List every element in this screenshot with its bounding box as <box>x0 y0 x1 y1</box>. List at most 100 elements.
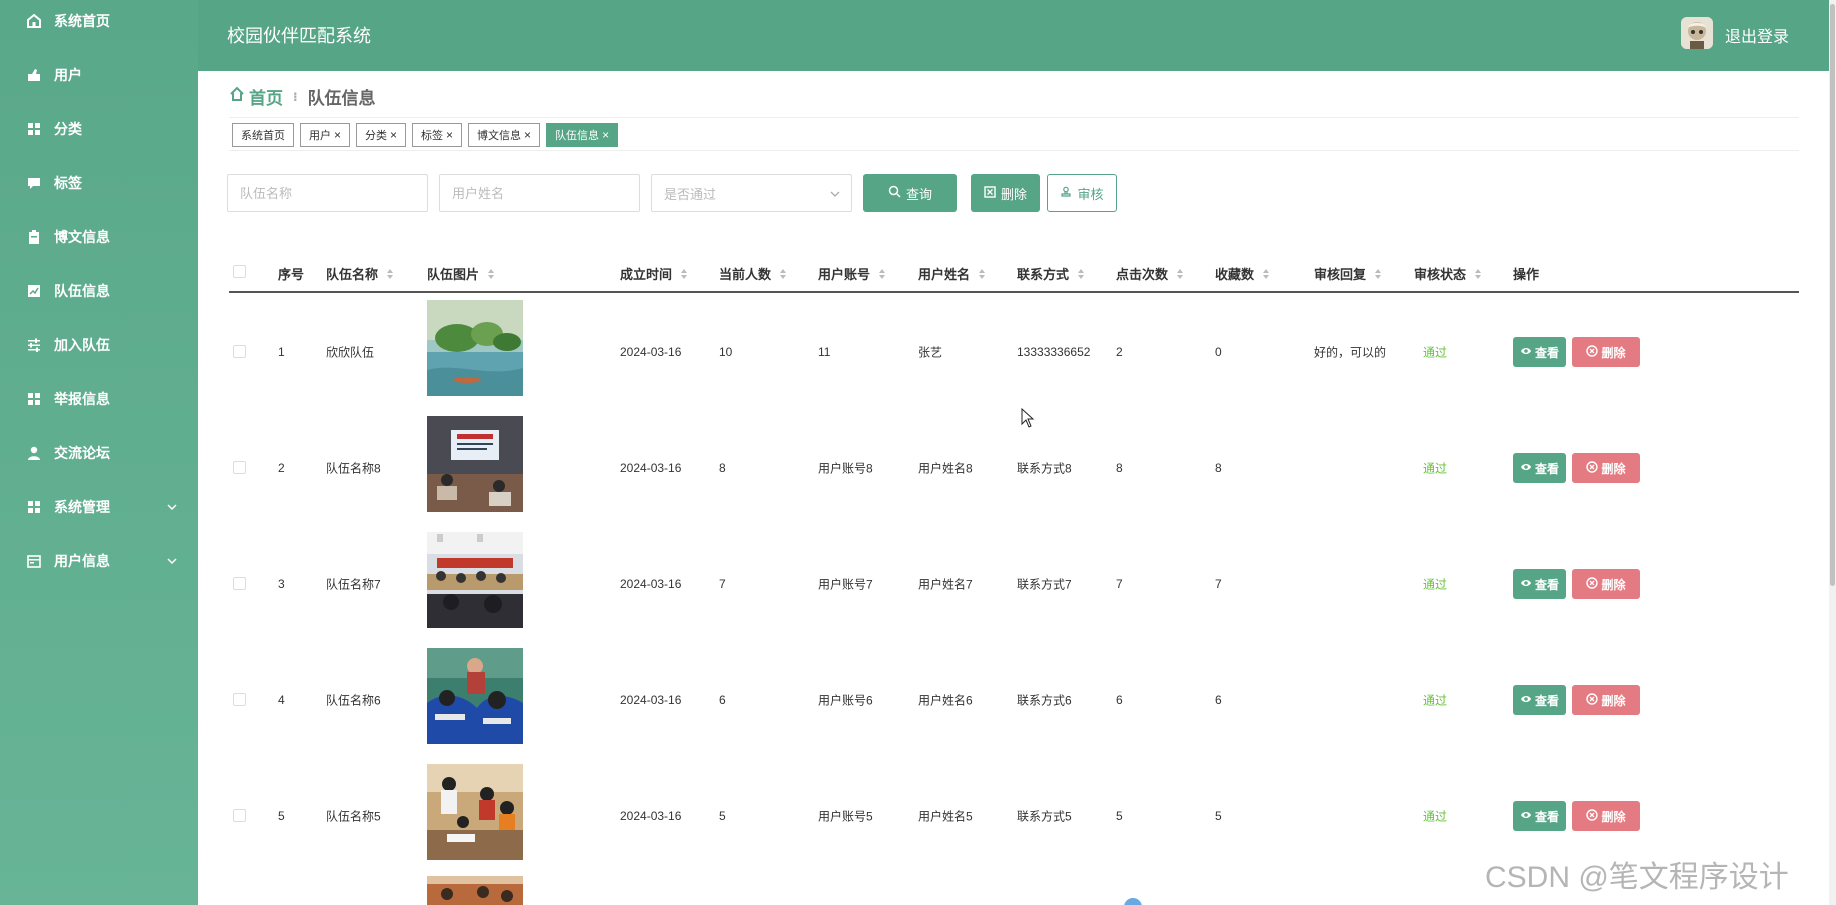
view-button[interactable]: 查看 <box>1513 569 1566 599</box>
column-header[interactable]: 审核状态 <box>1414 264 1482 283</box>
sidebar-item-forum[interactable]: 交流论坛 <box>0 433 198 473</box>
top-header: 校园伙伴匹配系统 退出登录 <box>198 0 1836 71</box>
delete-button[interactable]: 删除 <box>1572 337 1640 367</box>
card-icon <box>26 553 42 569</box>
sort-icon[interactable] <box>1474 268 1482 280</box>
cell-team-name: 队伍名称8 <box>326 461 381 476</box>
sidebar-item-user-info[interactable]: 用户信息 <box>0 541 198 581</box>
cell-user-name: 用户姓名7 <box>918 577 973 592</box>
column-header[interactable]: 点击次数 <box>1116 264 1184 283</box>
cell-favorites: 0 <box>1215 345 1222 359</box>
eye-icon <box>1520 693 1532 707</box>
team-image <box>427 532 523 628</box>
column-label: 联系方式 <box>1017 267 1070 282</box>
breadcrumb-home[interactable]: 首页 <box>229 84 283 109</box>
avatar[interactable] <box>1681 17 1713 49</box>
sidebar-item-label: 分类 <box>54 121 82 137</box>
view-button[interactable]: 查看 <box>1513 453 1566 483</box>
cell-team-name: 队伍名称5 <box>326 809 381 824</box>
sidebar-item-label: 用户 <box>54 67 82 83</box>
row-checkbox[interactable] <box>233 693 246 706</box>
cell-clicks: 6 <box>1116 693 1123 707</box>
cell-members: 7 <box>719 577 726 591</box>
user-name-input[interactable] <box>439 174 640 212</box>
delete-button[interactable]: 删除 <box>1572 685 1640 715</box>
column-label: 用户账号 <box>818 267 871 282</box>
sidebar-item-label: 系统管理 <box>54 499 110 515</box>
cell-members: 8 <box>719 461 726 475</box>
sidebar-item-join-team[interactable]: 加入队伍 <box>0 325 198 365</box>
close-icon[interactable]: × <box>446 128 453 142</box>
sort-icon[interactable] <box>1176 268 1184 280</box>
column-header[interactable]: 联系方式 <box>1017 264 1085 283</box>
sort-icon[interactable] <box>878 268 886 280</box>
sidebar-item-tag[interactable]: 标签 <box>0 163 198 203</box>
audit-button[interactable]: 审核 <box>1047 174 1117 212</box>
scrollbar-thumb[interactable] <box>1830 4 1835 586</box>
tag-blog[interactable]: 博文信息 × <box>468 123 541 147</box>
sort-icon[interactable] <box>386 268 394 280</box>
status-badge: 通过 <box>1423 461 1448 476</box>
cell-user-name: 张艺 <box>918 345 943 360</box>
sort-icon[interactable] <box>1262 268 1270 280</box>
column-header[interactable]: 用户账号 <box>818 264 886 283</box>
sort-icon[interactable] <box>1077 268 1085 280</box>
table-header: 序号 队伍名称 队伍图片 成立时间 当前人数 用户账号 用户姓名 联系方式 点击… <box>229 250 1799 293</box>
row-checkbox[interactable] <box>233 809 246 822</box>
divider <box>229 117 1799 118</box>
tag-user[interactable]: 用户 × <box>300 123 351 147</box>
view-button[interactable]: 查看 <box>1513 801 1566 831</box>
sidebar-item-category[interactable]: 分类 <box>0 109 198 149</box>
close-icon[interactable]: × <box>602 128 609 142</box>
column-header[interactable]: 队伍名称 <box>326 264 394 283</box>
sidebar-item-report[interactable]: 举报信息 <box>0 379 198 419</box>
row-checkbox[interactable] <box>233 461 246 474</box>
approved-select[interactable]: 是否通过 <box>651 174 852 212</box>
row-checkbox[interactable] <box>233 345 246 358</box>
sidebar-item-blog[interactable]: 博文信息 <box>0 217 198 257</box>
table-row: 2 队伍名称8 2024-03-16 8 用户账号8 用户姓名8 联系方式8 8… <box>229 410 1799 526</box>
tag-home[interactable]: 系统首页 <box>232 123 294 147</box>
sidebar-item-label: 加入队伍 <box>54 337 110 353</box>
query-button[interactable]: 查询 <box>863 174 957 212</box>
column-header[interactable]: 收藏数 <box>1215 264 1270 283</box>
mouse-cursor-icon <box>1021 407 1035 431</box>
sidebar-item-team[interactable]: 队伍信息 <box>0 271 198 311</box>
sort-icon[interactable] <box>978 268 986 280</box>
view-button[interactable]: 查看 <box>1513 337 1566 367</box>
team-name-input[interactable] <box>227 174 428 212</box>
close-icon[interactable]: × <box>390 128 397 142</box>
sidebar-item-user[interactable]: 用户 <box>0 55 198 95</box>
sort-icon[interactable] <box>487 268 495 280</box>
tag-category[interactable]: 分类 × <box>356 123 407 147</box>
logout-button[interactable]: 退出登录 <box>1725 23 1789 47</box>
delete-button[interactable]: 删除 <box>1572 453 1640 483</box>
delete-button[interactable]: 删除 <box>1572 801 1640 831</box>
delete-button[interactable]: 删除 <box>1572 569 1640 599</box>
column-label: 收藏数 <box>1215 267 1255 282</box>
select-all-checkbox[interactable] <box>233 265 246 278</box>
column-header[interactable]: 队伍图片 <box>427 264 495 283</box>
sort-icon[interactable] <box>680 268 688 280</box>
table-row: 3 队伍名称7 2024-03-16 7 用户账号7 用户姓名7 联系方式7 7… <box>229 526 1799 642</box>
cell-clicks: 2 <box>1116 345 1123 359</box>
sort-icon[interactable] <box>1374 268 1382 280</box>
column-header[interactable]: 当前人数 <box>719 264 787 283</box>
cell-index: 4 <box>278 693 285 707</box>
column-header: 操作 <box>1513 264 1539 283</box>
column-label: 审核状态 <box>1414 267 1467 282</box>
sort-icon[interactable] <box>779 268 787 280</box>
sidebar: 系统首页 用户 分类 标签 博文信息 队伍信息 加入队伍 举报信息 交流论坛 系… <box>0 0 198 905</box>
batch-delete-button[interactable]: 删除 <box>971 174 1040 212</box>
column-header[interactable]: 成立时间 <box>620 264 688 283</box>
column-header[interactable]: 审核回复 <box>1314 264 1382 283</box>
tag-team[interactable]: 队伍信息 × <box>546 123 619 147</box>
sidebar-item-system[interactable]: 系统管理 <box>0 487 198 527</box>
tag-tag[interactable]: 标签 × <box>412 123 463 147</box>
column-header[interactable]: 用户姓名 <box>918 264 986 283</box>
row-checkbox[interactable] <box>233 577 246 590</box>
sidebar-item-home[interactable]: 系统首页 <box>0 1 198 41</box>
view-button[interactable]: 查看 <box>1513 685 1566 715</box>
close-icon[interactable]: × <box>334 128 341 142</box>
close-icon[interactable]: × <box>524 128 531 142</box>
